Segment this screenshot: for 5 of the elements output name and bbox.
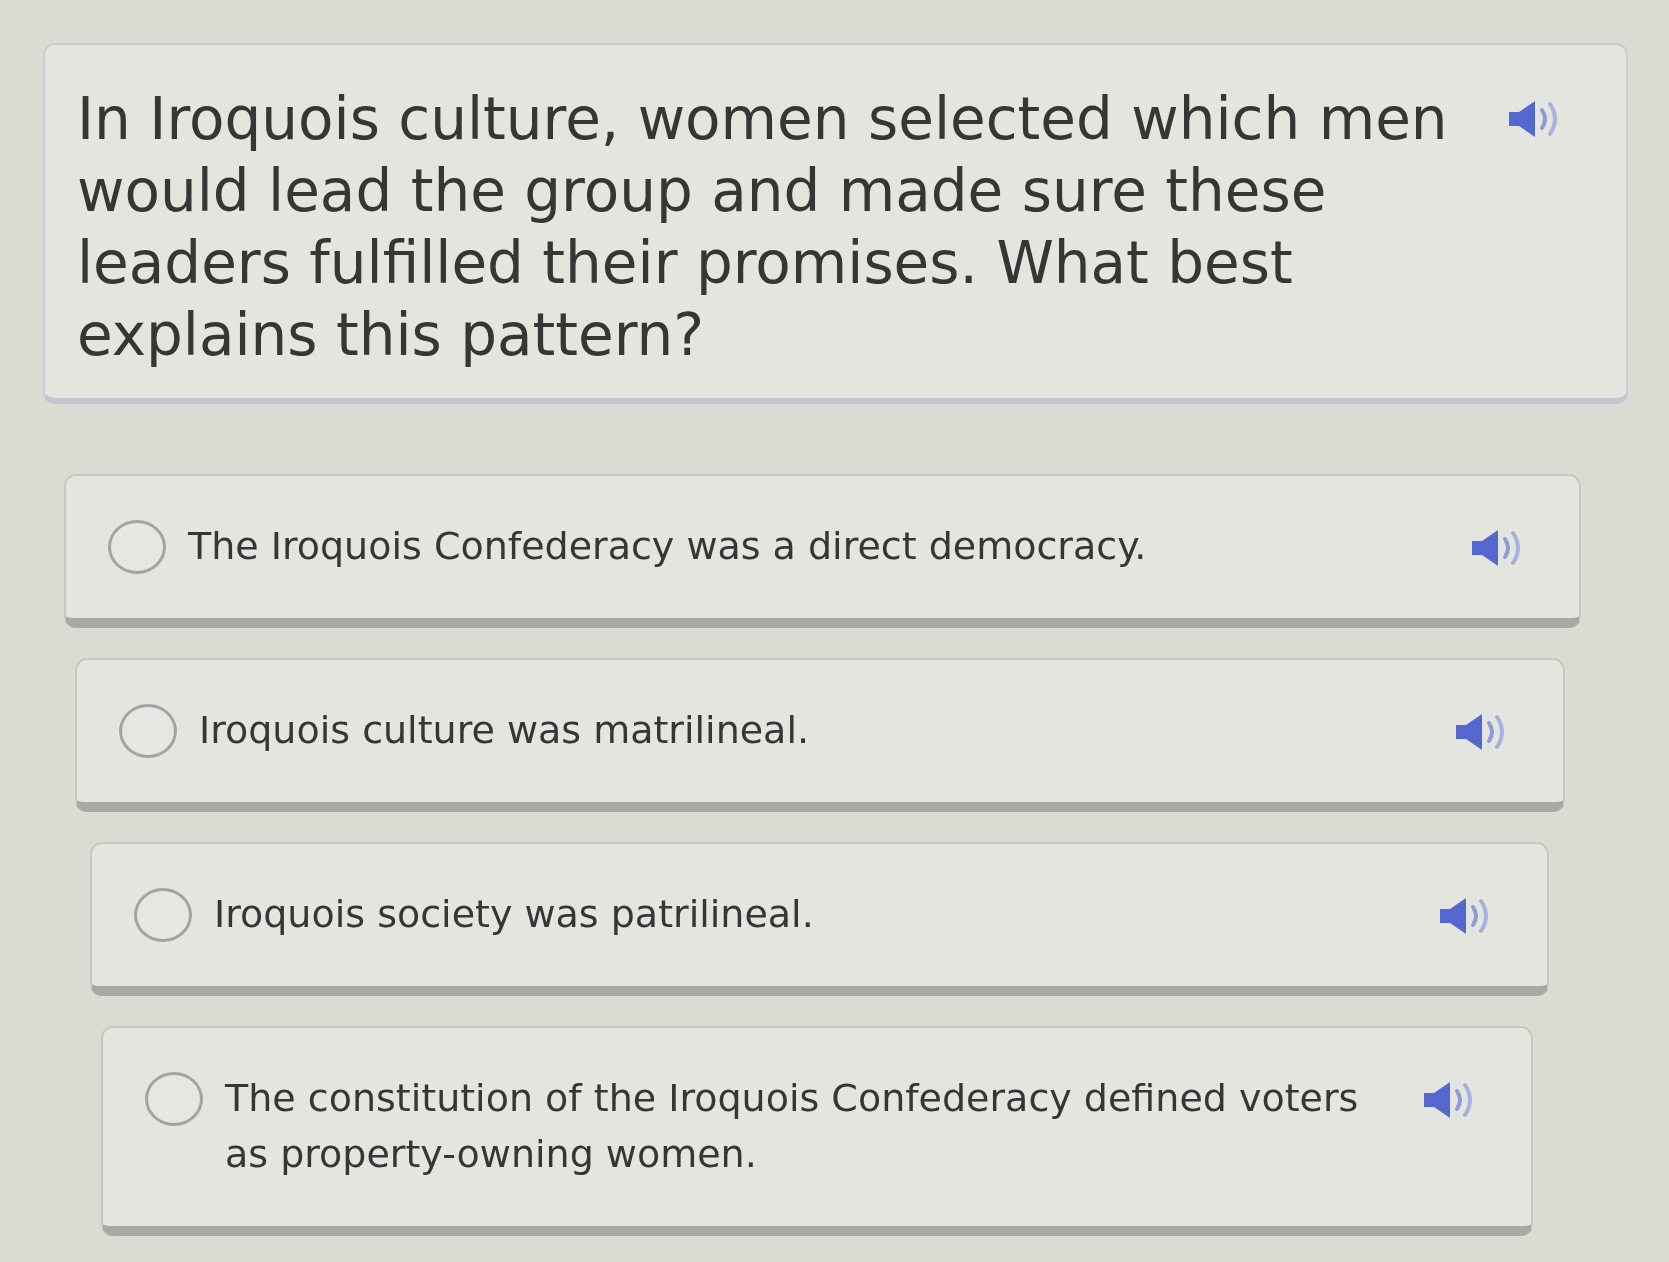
question-text: In Iroquois culture, women selected which men would lead the group and made sure these leaders fulfilled their promises. What best explains this pattern?	[77, 84, 1449, 371]
option-text: The constitution of the Iroquois Confederacy defined voters as property-owning women.	[225, 1075, 1360, 1178]
option-text: Iroquois society was patrilineal.	[214, 891, 815, 938]
option-text: The Iroquois Confederacy was a direct democracy.	[188, 523, 1148, 570]
option-text: Iroquois culture was matrilineal.	[199, 707, 811, 754]
